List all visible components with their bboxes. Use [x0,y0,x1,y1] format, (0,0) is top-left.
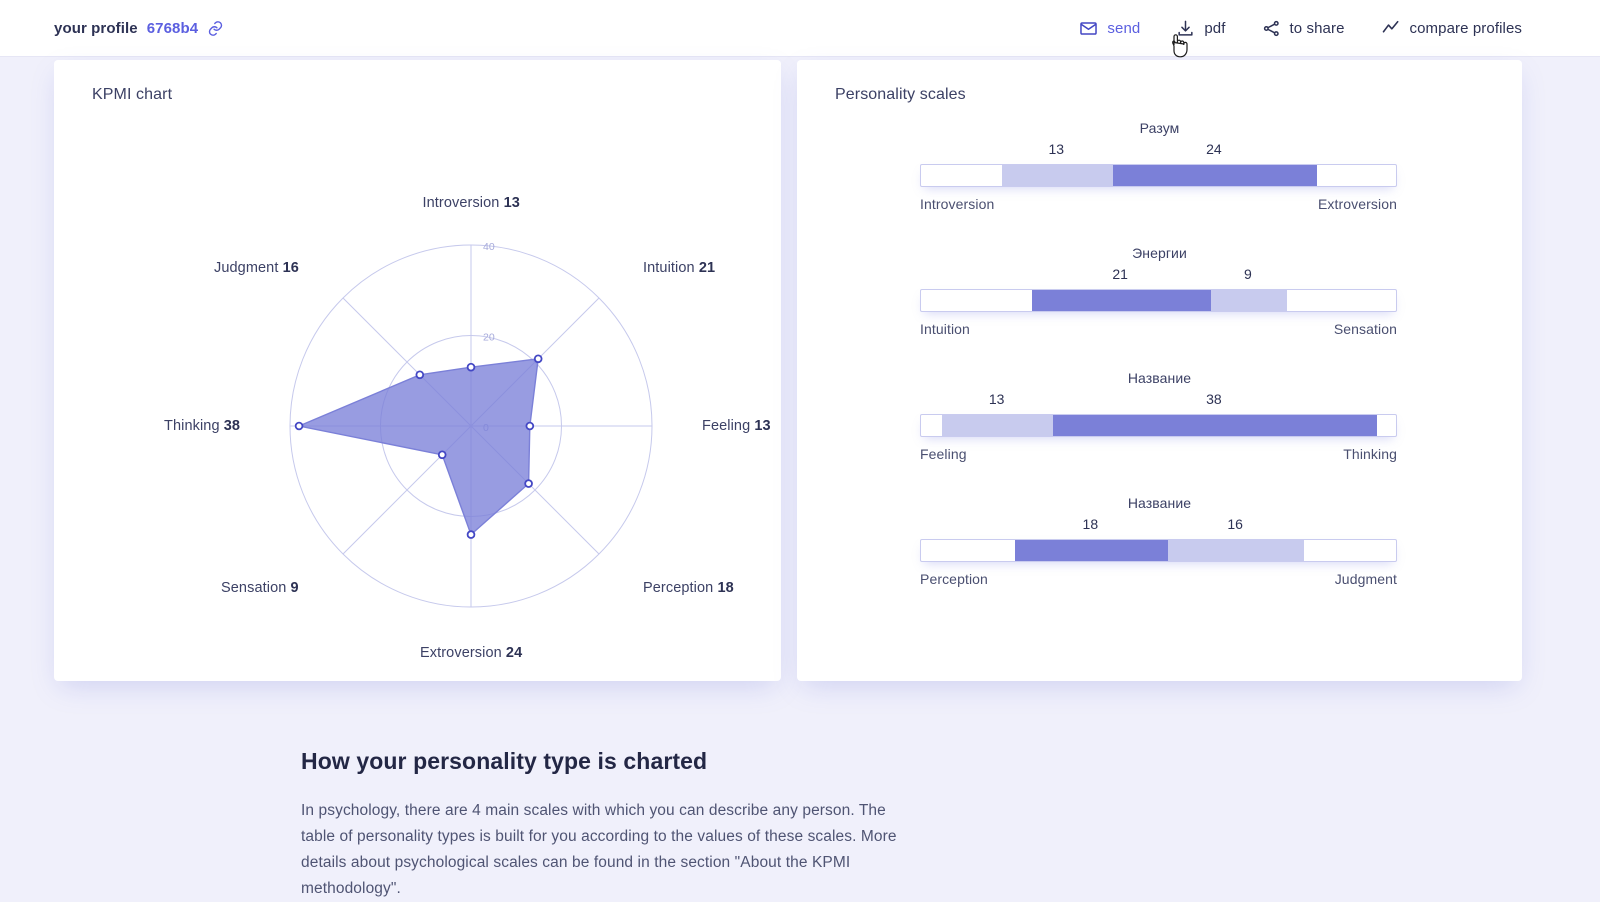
scale-left-pole: Perception [920,571,988,587]
scale-right-value: 38 [1206,391,1222,407]
scale-right-pole: Thinking [1343,446,1397,462]
scale-bar[interactable] [920,414,1397,437]
article-body: In psychology, there are 4 main scales w… [301,798,901,902]
scale-bar[interactable] [920,289,1397,312]
action-toolbar: send pdf to share [1079,18,1522,38]
radar-axis-label-introversion: Introversion 13 [423,195,520,211]
kpmi-chart-title: KPMI chart [92,86,172,104]
radar-chart: 40200 Introversion 13Intuition 21Feeling… [54,106,781,666]
radar-axis-label-extroversion: Extroversion 24 [420,645,522,661]
svg-text:40: 40 [483,241,495,253]
scale-right-pole: Extroversion [1318,196,1397,212]
personality-scales-card: Personality scales Разум 13 24 Introversion… [797,60,1522,681]
scale-bar[interactable] [920,539,1397,562]
article-heading: How your personality type is charted [301,748,901,775]
kpmi-chart-card: KPMI chart 40200 Introversion 13Intuitio… [54,60,781,681]
scale-right-value: 24 [1206,141,1222,157]
scale-segment-left [942,415,1053,436]
scale-right-pole: Sensation [1334,321,1397,337]
send-button[interactable]: send [1079,19,1140,38]
scale-row: Название 18 16 Perception Judgment [797,495,1522,605]
scale-left-pole: Introversion [920,196,994,212]
scale-segment-right [1053,415,1377,436]
brand: your profile 6768b4 [54,20,224,37]
scale-name: Разум [797,120,1522,136]
share-button[interactable]: to share [1262,19,1345,38]
download-icon [1176,19,1195,38]
scale-segment-right [1168,540,1304,561]
scale-right-value: 16 [1227,516,1243,532]
radar-axis-label-sensation: Sensation 9 [221,580,299,596]
radar-axis-label-feeling: Feeling 13 [702,418,771,434]
scale-segment-left [1015,540,1168,561]
radar-axis-label-judgment: Judgment 16 [214,260,299,276]
scale-left-value: 13 [989,391,1005,407]
share-icon [1262,19,1281,38]
scale-bar[interactable] [920,164,1397,187]
personality-scales-title: Personality scales [835,86,966,104]
scale-left-value: 13 [1048,141,1064,157]
scale-row: Разум 13 24 Introversion Extroversion [797,120,1522,230]
scale-name: Энергии [797,245,1522,261]
pdf-label: pdf [1204,20,1225,37]
brand-label: your profile [54,20,138,37]
scale-right-pole: Judgment [1335,571,1397,587]
scale-left-value: 21 [1112,266,1128,282]
scale-segment-right [1211,290,1288,311]
radar-axis-label-intuition: Intuition 21 [643,260,715,276]
article: How your personality type is charted In … [301,748,901,902]
svg-text:20: 20 [483,332,495,344]
compare-profiles-button[interactable]: compare profiles [1381,18,1522,38]
profile-id[interactable]: 6768b4 [147,20,198,37]
scale-left-value: 18 [1083,516,1099,532]
share-label: to share [1290,20,1345,37]
scale-segment-right [1113,165,1317,186]
scale-name: Название [797,370,1522,386]
scale-right-value: 9 [1244,266,1252,282]
link-icon[interactable] [207,20,224,37]
radar-axis-label-perception: Perception 18 [643,580,734,596]
scale-segment-left [1032,290,1211,311]
scale-row: Название 13 38 Feeling Thinking [797,370,1522,480]
mail-icon [1079,19,1098,38]
send-label: send [1107,20,1140,37]
scale-segment-left [1002,165,1113,186]
top-toolbar: your profile 6768b4 send [0,0,1600,57]
scale-name: Название [797,495,1522,511]
compare-label: compare profiles [1410,20,1522,37]
pdf-button[interactable]: pdf [1176,19,1225,38]
line-chart-icon [1381,18,1401,38]
scale-row: Энергии 21 9 Intuition Sensation [797,245,1522,355]
scale-left-pole: Feeling [920,446,967,462]
radar-axis-label-thinking: Thinking 38 [164,418,240,434]
scale-left-pole: Intuition [920,321,970,337]
